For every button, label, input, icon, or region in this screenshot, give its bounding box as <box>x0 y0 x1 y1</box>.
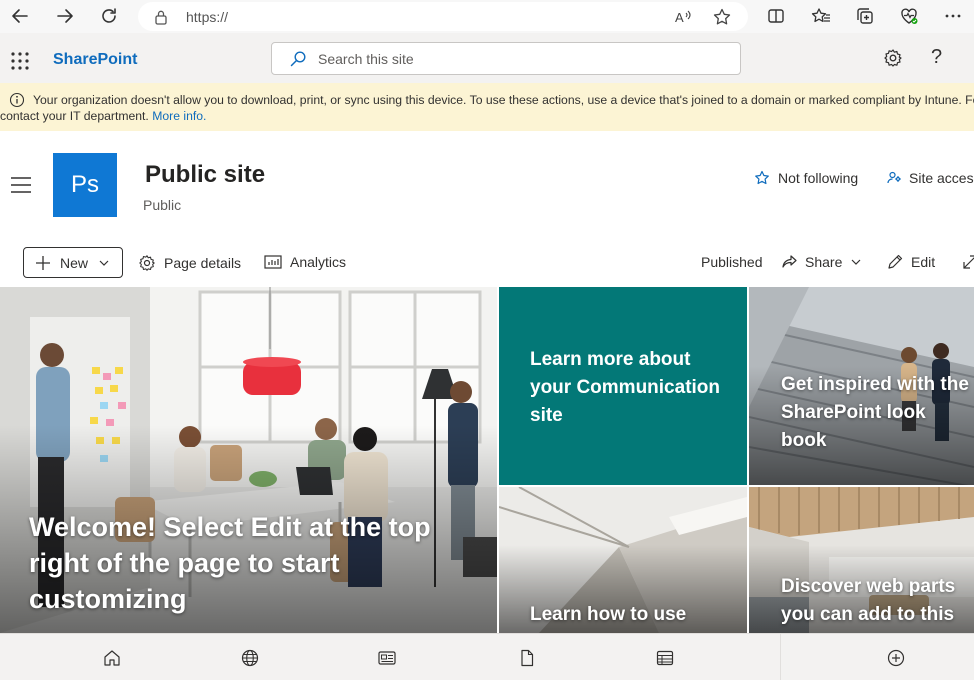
tile-learn-how-caption[interactable]: Learn how to use <box>530 601 740 629</box>
star-icon <box>755 170 769 185</box>
suite-bar: SharePoint ? <box>0 33 974 83</box>
read-aloud-icon[interactable]: A <box>674 7 694 27</box>
site-title[interactable]: Public site <box>145 161 265 189</box>
star-icon[interactable] <box>712 7 732 27</box>
command-bar: New Page details Analytics Published Sha… <box>0 231 974 287</box>
hero-main-tile[interactable]: Welcome! Select Edit at the top right of… <box>0 287 497 633</box>
tile-learn-more-caption[interactable]: Learn more about your Communication site <box>530 346 730 430</box>
published-status: Published <box>701 254 763 270</box>
svg-text:A: A <box>675 10 684 25</box>
file-icon[interactable] <box>518 649 536 667</box>
hero-tile-discover[interactable]: Discover web parts you can add to this <box>749 487 974 633</box>
lock-icon[interactable] <box>154 9 168 25</box>
browser-essentials-icon[interactable] <box>897 4 921 28</box>
plus-icon <box>36 256 50 270</box>
sharepoint-brand-link[interactable]: SharePoint <box>53 51 137 69</box>
hero-tile-learn-more[interactable]: Learn more about your Communication site <box>499 287 747 485</box>
pencil-icon <box>888 254 903 269</box>
site-logo[interactable]: Ps <box>53 153 117 217</box>
site-search-box[interactable] <box>271 42 741 75</box>
hero-web-part: Welcome! Select Edit at the top right of… <box>0 287 974 633</box>
chevron-down-icon <box>99 260 109 266</box>
new-label: New <box>60 255 89 271</box>
gear-icon[interactable] <box>883 48 903 68</box>
page-details-button[interactable]: Page details <box>138 254 241 272</box>
browser-toolbar: https:// A <box>0 0 974 33</box>
info-icon <box>9 92 25 108</box>
home-icon[interactable] <box>103 649 121 667</box>
site-access-button[interactable]: Site access <box>887 170 974 186</box>
add-circle-icon[interactable] <box>887 649 905 667</box>
search-input[interactable] <box>318 50 718 68</box>
edit-button[interactable]: Edit <box>887 254 935 270</box>
gear-icon <box>139 255 155 271</box>
published-label: Published <box>701 254 763 270</box>
analytics-button[interactable]: Analytics <box>264 254 346 270</box>
follow-button[interactable]: Not following <box>754 170 858 186</box>
chevron-down-icon <box>851 259 861 265</box>
new-button[interactable]: New <box>23 247 123 278</box>
site-access-label: Site access <box>909 170 974 186</box>
split-screen-icon[interactable] <box>764 4 788 28</box>
bottom-bar-divider <box>780 634 781 680</box>
banner-message-line2: contact your IT department. <box>0 109 149 123</box>
app-launcher-icon[interactable] <box>11 52 29 70</box>
analytics-icon <box>264 255 282 269</box>
address-bar[interactable]: https:// A <box>138 2 748 31</box>
lists-icon[interactable] <box>656 649 674 667</box>
refresh-icon[interactable] <box>97 4 121 28</box>
share-icon <box>782 255 797 268</box>
edit-label: Edit <box>911 254 936 270</box>
hamburger-menu-icon[interactable] <box>10 176 32 194</box>
more-info-link[interactable]: More info. <box>152 109 206 123</box>
share-label: Share <box>805 254 843 270</box>
more-icon[interactable] <box>941 4 965 28</box>
share-button[interactable]: Share <box>781 254 862 270</box>
banner-message-line1: Your organization doesn't allow you to d… <box>33 93 974 107</box>
analytics-label: Analytics <box>290 254 347 270</box>
follow-label: Not following <box>778 170 859 186</box>
search-icon <box>290 51 306 67</box>
compliance-warning-banner: Your organization doesn't allow you to d… <box>0 83 974 131</box>
bottom-navigation-bar <box>0 633 974 680</box>
people-icon <box>887 171 901 184</box>
site-classification: Public <box>143 197 182 213</box>
hero-tile-learn-how[interactable]: Learn how to use <box>499 487 747 633</box>
back-arrow-icon[interactable] <box>8 4 32 28</box>
site-logo-initials: Ps <box>70 171 99 198</box>
url-text[interactable]: https:// <box>186 9 228 25</box>
favorites-icon[interactable] <box>809 4 833 28</box>
hero-tile-inspired[interactable]: Get inspired with the SharePoint look bo… <box>749 287 974 485</box>
hero-main-caption[interactable]: Welcome! Select Edit at the top right of… <box>29 509 469 617</box>
collections-icon[interactable] <box>853 4 877 28</box>
site-header: Ps Public site Public Not following Site… <box>0 131 974 231</box>
page-details-label: Page details <box>164 255 242 271</box>
help-icon[interactable]: ? <box>931 46 942 69</box>
banner-message: Your organization doesn't allow you to d… <box>0 92 974 124</box>
expand-icon[interactable] <box>962 254 974 270</box>
tile-discover-caption[interactable]: Discover web parts you can add to this <box>781 573 971 629</box>
globe-icon[interactable] <box>241 649 259 667</box>
tile-inspired-caption[interactable]: Get inspired with the SharePoint look bo… <box>781 371 971 455</box>
news-icon[interactable] <box>378 649 396 667</box>
forward-arrow-icon[interactable] <box>53 4 77 28</box>
